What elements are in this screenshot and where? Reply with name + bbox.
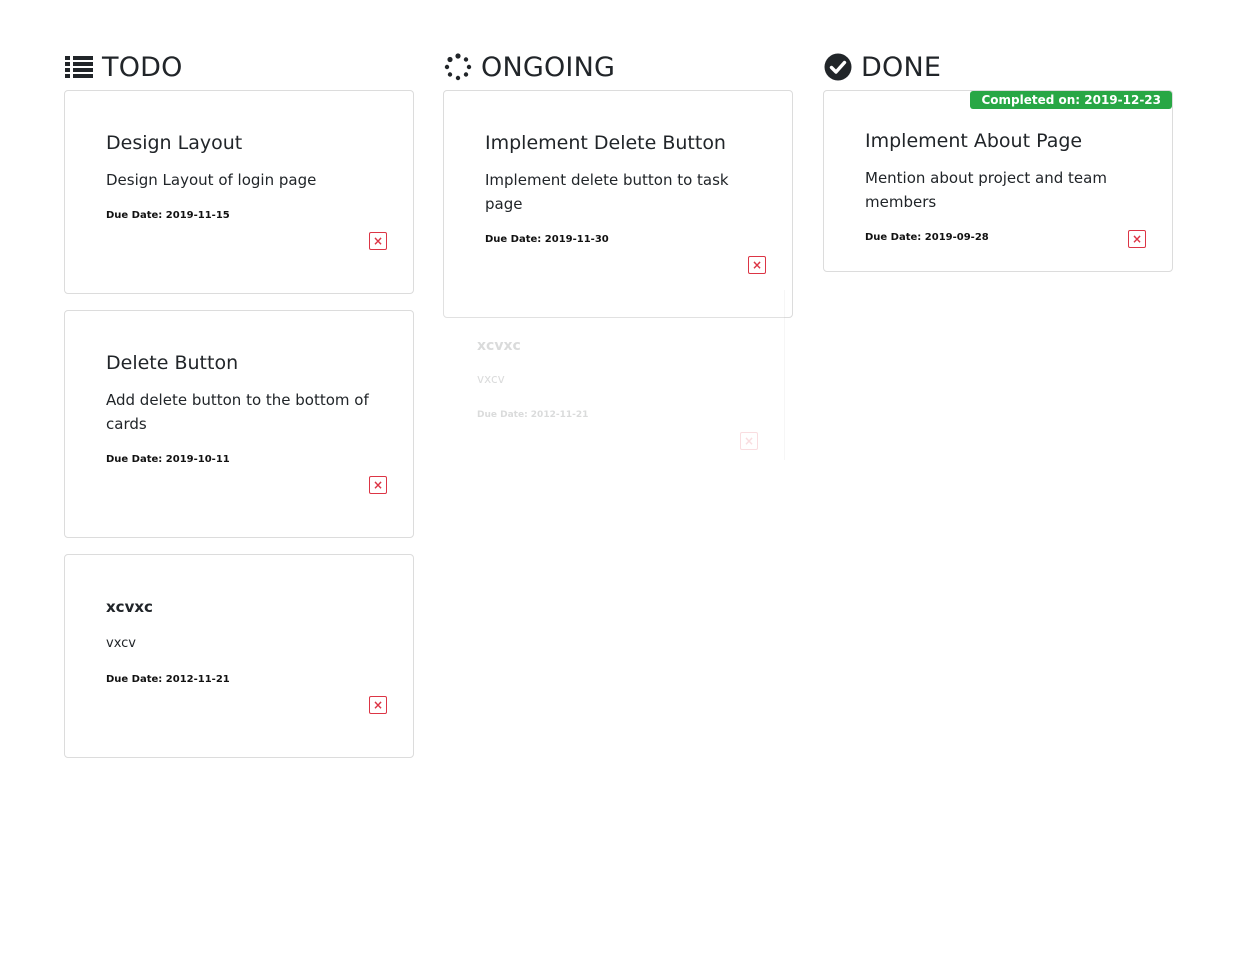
card-title: Implement Delete Button (485, 132, 726, 154)
delete-button[interactable]: × (369, 476, 387, 494)
task-card[interactable]: Completed on: 2019-12-23 Implement About… (823, 90, 1173, 272)
delete-button[interactable]: × (1128, 230, 1146, 248)
delete-button[interactable]: × (369, 696, 387, 714)
close-icon: × (372, 478, 384, 492)
column-done: DONE Completed on: 2019-12-23 Implement … (823, 48, 1173, 288)
card-description: Design Layout of login page (106, 171, 317, 189)
card-due-date: Due Date: 2019-11-30 (485, 234, 609, 245)
task-card[interactable]: Design Layout Design Layout of login pag… (64, 90, 414, 294)
card-description: vxcv (106, 636, 136, 651)
column-title-done: DONE (861, 51, 942, 83)
column-header-todo: TODO (64, 48, 414, 86)
spinner-icon (443, 52, 473, 82)
card-title: Delete Button (106, 352, 239, 374)
list-icon (64, 52, 94, 82)
column-title-ongoing: ONGOING (481, 51, 616, 83)
column-title-todo: TODO (102, 51, 183, 83)
dragging-card-ghost[interactable]: xcvxc vxcv Due Date: 2012-11-21 × (443, 290, 785, 460)
card-title: Implement About Page (865, 130, 1083, 152)
completed-badge: Completed on: 2019-12-23 (970, 91, 1172, 109)
card-due-date: Due Date: 2019-09-28 (865, 232, 989, 243)
card-description: Mention about project and team members (865, 169, 1107, 211)
task-card[interactable]: xcvxc vxcv Due Date: 2012-11-21 × (64, 554, 414, 758)
delete-button[interactable]: × (740, 432, 758, 450)
card-due-date: Due Date: 2019-11-15 (106, 210, 230, 221)
close-icon: × (751, 258, 763, 272)
column-header-done: DONE (823, 48, 1173, 86)
delete-button[interactable]: × (369, 232, 387, 250)
kanban-board: TODO Design Layout Design Layout of logi… (0, 0, 1248, 974)
card-title: xcvxc (477, 338, 521, 354)
close-icon: × (372, 698, 384, 712)
task-card[interactable]: Implement Delete Button Implement delete… (443, 90, 793, 318)
card-due-date: Due Date: 2012-11-21 (477, 410, 589, 420)
delete-button[interactable]: × (748, 256, 766, 274)
check-circle-icon (823, 52, 853, 82)
card-description: Add delete button to the bottom of cards (106, 391, 369, 433)
column-todo: TODO Design Layout Design Layout of logi… (64, 48, 414, 774)
close-icon: × (743, 434, 755, 448)
card-due-date: Due Date: 2012-11-21 (106, 674, 230, 685)
card-description: vxcv (477, 372, 505, 386)
card-title: xcvxc (106, 598, 153, 616)
task-card[interactable]: Delete Button Add delete button to the b… (64, 310, 414, 538)
card-description: Implement delete button to task page (485, 171, 729, 213)
close-icon: × (372, 234, 384, 248)
card-due-date: Due Date: 2019-10-11 (106, 454, 230, 465)
card-title: Design Layout (106, 132, 243, 154)
close-icon: × (1131, 232, 1143, 246)
column-header-ongoing: ONGOING (443, 48, 793, 86)
